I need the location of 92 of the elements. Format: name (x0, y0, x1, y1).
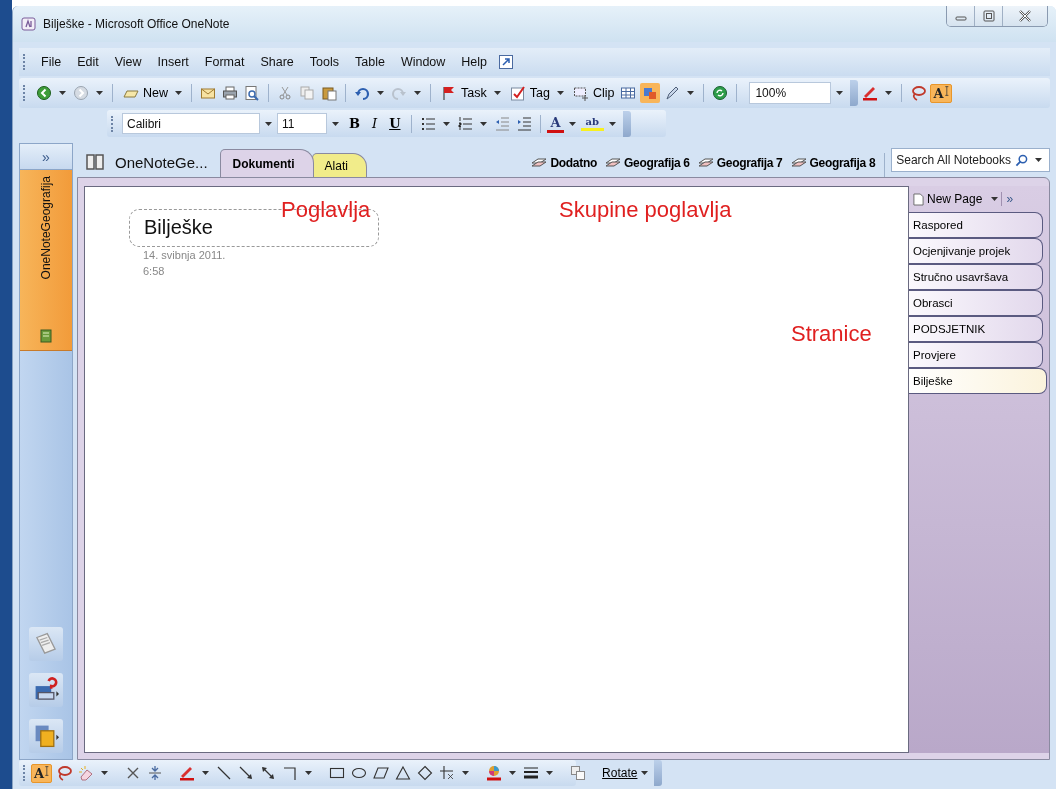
zoom-field[interactable]: 100% (749, 82, 832, 104)
section-group-icon (531, 157, 548, 169)
notebook-icon (38, 328, 54, 344)
page-tab[interactable]: Raspored (909, 212, 1043, 238)
menu-item[interactable]: Tools (302, 53, 346, 71)
menu-item[interactable]: Share (253, 53, 301, 71)
caret-icon[interactable] (1035, 158, 1042, 162)
caret-icon[interactable] (443, 121, 451, 126)
text-cursor-icon (943, 85, 949, 96)
font-size-field[interactable]: 11 (277, 113, 327, 134)
caret-icon[interactable] (568, 121, 576, 126)
caret-icon[interactable] (836, 91, 844, 95)
close-button[interactable] (1003, 6, 1047, 26)
menu-item[interactable]: Window (393, 53, 453, 71)
underline-button[interactable]: U (384, 116, 406, 131)
section-group-icon (790, 157, 807, 169)
caret-icon[interactable] (175, 91, 182, 95)
page-tab[interactable]: Bilješke (909, 368, 1047, 394)
section-group-link[interactable]: Dodatno (528, 156, 600, 170)
section-tab[interactable]: Dokumenti (219, 149, 314, 177)
help-notebook-icon[interactable] (29, 673, 63, 707)
notebook-title: OneNoteGe... (115, 154, 208, 171)
italic-button[interactable]: I (367, 116, 383, 131)
page-tab[interactable]: Provjere (909, 342, 1043, 368)
caret-icon[interactable] (305, 771, 313, 775)
section-tab[interactable]: Alati (311, 153, 367, 177)
annotation-label: Stranice (791, 321, 872, 347)
search-icon[interactable] (1015, 153, 1028, 167)
caret-icon[interactable] (556, 91, 564, 95)
caret-icon[interactable] (59, 91, 66, 95)
task-button[interactable]: Task (437, 83, 489, 103)
expand-button[interactable]: » (20, 144, 72, 170)
more-button[interactable]: » (1001, 192, 1018, 206)
menu-item[interactable]: Table (348, 53, 392, 71)
page-time: 6:58 (143, 265, 165, 277)
caret-icon[interactable] (493, 91, 501, 95)
caret-icon[interactable] (462, 771, 470, 775)
page-tab[interactable]: PODSJETNIK (909, 316, 1043, 342)
menu-item[interactable]: File (34, 53, 69, 71)
page-date: 14. svibnja 2011. (143, 249, 226, 261)
new-page-button[interactable]: New (119, 83, 170, 103)
text-tool-button[interactable]: A (31, 763, 53, 783)
text-tool-button[interactable]: A (930, 83, 952, 103)
text-cursor-icon (44, 765, 50, 776)
caret-icon[interactable] (96, 91, 103, 95)
close-icon (1018, 10, 1032, 22)
clip-button[interactable]: Clip (568, 83, 617, 103)
caret-icon[interactable] (332, 121, 339, 126)
caret-icon[interactable] (202, 771, 210, 775)
menu-item[interactable]: Format (197, 53, 252, 71)
caret-icon[interactable] (377, 91, 384, 95)
section-group-link[interactable]: Geografija 8 (787, 156, 879, 170)
menu-item[interactable]: Help (454, 53, 495, 71)
page-icon (913, 192, 924, 206)
highlight-button[interactable]: ab (580, 116, 605, 131)
notebook-tab[interactable]: OneNoteGeografija (20, 170, 72, 351)
font-color-button[interactable]: A (547, 114, 564, 133)
page-tab[interactable]: Stručno usavršava (909, 264, 1043, 290)
caret-icon[interactable] (991, 197, 999, 201)
maximize-icon (981, 10, 996, 22)
caret-icon[interactable] (480, 121, 488, 126)
menu-item[interactable]: Edit (70, 53, 106, 71)
stacked-notebooks-icon[interactable] (29, 719, 63, 753)
caret-icon[interactable] (101, 771, 109, 775)
print-icon[interactable] (220, 83, 240, 103)
search-field[interactable]: Search All Notebooks (891, 148, 1050, 172)
caret-icon (641, 771, 649, 775)
bold-button[interactable]: B (344, 116, 365, 131)
section-group-icon (604, 157, 621, 169)
caret-icon[interactable] (546, 771, 554, 775)
app-icon (21, 16, 37, 32)
window-title: Bilješke - Microsoft Office OneNote (43, 17, 230, 31)
page-tab[interactable]: Obrasci (909, 290, 1043, 316)
caret-icon[interactable] (509, 771, 517, 775)
notebook-icon (85, 151, 105, 171)
new-page-button[interactable]: New Page (913, 192, 989, 206)
caret-icon[interactable] (609, 121, 617, 126)
caret-icon[interactable] (265, 121, 272, 126)
annotation-label: Skupine poglavlja (559, 197, 732, 223)
maximize-button[interactable] (975, 6, 1003, 26)
caret-icon[interactable] (885, 91, 893, 95)
caret-icon[interactable] (414, 91, 421, 95)
page-tab[interactable]: Ocjenjivanje projek (909, 238, 1043, 264)
tag-button[interactable]: Tag (505, 83, 552, 103)
rotate-button[interactable]: Rotate (600, 766, 651, 780)
section-group-link[interactable]: Geografija 6 (601, 156, 693, 170)
section-group-icon (697, 157, 714, 169)
font-field[interactable]: Calibri (122, 113, 260, 134)
section-group-link[interactable]: Geografija 7 (694, 156, 786, 170)
caret-icon[interactable] (687, 91, 695, 95)
menu-item[interactable]: View (107, 53, 149, 71)
menu-item[interactable]: Insert (150, 53, 196, 71)
